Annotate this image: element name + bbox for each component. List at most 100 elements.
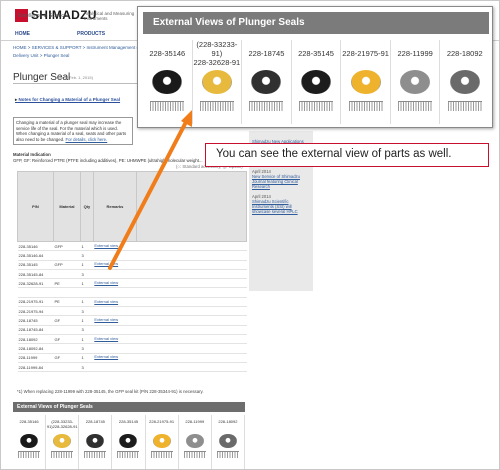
seal-image <box>152 70 183 94</box>
seal-part-number: 228-18092 <box>440 42 489 64</box>
cell-pn: 228-21975-94 <box>17 306 54 317</box>
col-header-material: Material <box>53 171 81 242</box>
part-number: 228-21975-91 <box>342 48 389 58</box>
table-row: 228-32628-91 PE 1 External view <box>17 278 247 289</box>
table-row: 228-11999 GF 1 External view <box>17 353 247 363</box>
cell-material <box>53 343 81 354</box>
seal-card: 228-11999 <box>179 415 212 469</box>
seal-image <box>449 70 480 94</box>
details-link[interactable]: For details, click here. <box>65 137 107 142</box>
cell-remarks[interactable]: External view <box>93 315 137 326</box>
scale-ruler <box>199 101 234 111</box>
scale-ruler <box>299 101 334 111</box>
cell-pn: 228-35145 <box>17 260 54 270</box>
seal-part-number: 228-18745 <box>242 42 291 64</box>
nav-item-products[interactable]: PRODUCTS <box>63 29 125 39</box>
cell-remarks <box>93 325 137 335</box>
cell-remarks[interactable]: External view <box>93 353 137 363</box>
cell-qty: 1 <box>80 334 94 345</box>
external-views-strip: 228-35146 (228-33233-91)228-32628-91 228-1… <box>13 415 245 469</box>
cell-models <box>136 297 247 308</box>
cell-remarks <box>93 269 137 280</box>
cell-pn: 228-18092-84 <box>17 343 54 354</box>
part-number: (228-33233-91) <box>196 39 238 58</box>
cell-models <box>136 334 247 345</box>
cell-pn: 228-21975-91 <box>17 297 54 308</box>
seal-card: 228-21975-91 <box>341 40 391 124</box>
logo-tagline: Excellence in Science <box>18 13 67 19</box>
seal-part-number: 228-35145 <box>292 42 341 64</box>
cell-qty: 1 <box>80 260 94 270</box>
footnote: *1) When replacing 228-11999 with 228-35… <box>17 389 204 394</box>
notes-link[interactable]: Notes for Changing a Material of a Plung… <box>15 97 121 103</box>
cell-material: GF <box>53 353 81 363</box>
part-number: 228-18745 <box>85 419 105 424</box>
seal-part-number: 228-21975-91 <box>341 42 390 64</box>
cell-pn: 228-11999-84 <box>17 362 54 373</box>
cell-models <box>136 353 247 363</box>
cell-models <box>136 269 247 280</box>
cell-qty: 1 <box>80 241 94 252</box>
seal-image <box>152 434 171 449</box>
seal-part-number: (228-33233-91)228-32628-91 <box>193 39 242 67</box>
cell-material <box>53 269 81 280</box>
news-link[interactable]: New Service of Shimadzu Journal featurin… <box>252 174 310 189</box>
breadcrumb-continued[interactable]: Delivery Unit > Plunger Seal <box>13 53 69 58</box>
part-number: 228-18092 <box>446 48 483 58</box>
seal-part-number: 228-35146 <box>143 42 192 64</box>
table-row: 228-21975-94 3 <box>17 306 247 317</box>
cell-pn: 228-18092 <box>17 334 54 345</box>
cell-pn: 228-35146-64 <box>17 250 54 261</box>
cell-models <box>136 325 247 335</box>
cell-remarks[interactable]: External view <box>93 278 137 289</box>
nav-item-home[interactable]: HOME <box>1 29 63 39</box>
part-number: 228-21975-91 <box>149 419 175 424</box>
cell-models <box>136 278 247 289</box>
cell-qty: 3 <box>80 325 94 335</box>
part-number: 228-11999 <box>397 48 433 58</box>
cell-remarks <box>93 362 137 373</box>
cell-remarks <box>93 287 137 298</box>
page-date: (as of Feb. 1, 2015) <box>58 75 93 80</box>
cell-remarks[interactable]: External view <box>93 297 137 308</box>
table-row <box>17 287 247 298</box>
seal-card: 228-35145 <box>112 415 146 469</box>
material-text: GFP, GF: Reinforced PTFE (PTFE including… <box>13 157 203 163</box>
cell-pn: 228-11999 <box>17 353 54 363</box>
cell-material: GFP <box>53 260 81 270</box>
intro-box: Changing a material of a plunger seal ma… <box>13 117 133 145</box>
seal-image <box>350 70 381 94</box>
part-number: 228-35146 <box>19 419 39 424</box>
scale-ruler <box>447 101 482 111</box>
cell-qty: 3 <box>80 269 94 280</box>
cell-qty: 1 <box>80 278 94 289</box>
seal-part-number: 228-18745 <box>79 419 111 432</box>
cell-material: GFP <box>53 241 81 252</box>
cell-pn: 228-18745-84 <box>17 325 54 335</box>
cell-remarks[interactable]: External view <box>93 334 137 345</box>
cell-qty: 1 <box>80 297 94 308</box>
scale-ruler <box>348 101 383 111</box>
part-number: 228-11999 <box>185 419 205 424</box>
seal-part-number: 228-35146 <box>13 419 45 432</box>
table-row: 228-35145 GFP 1 External view <box>17 260 247 270</box>
cell-material <box>53 306 81 317</box>
seal-image <box>400 70 431 94</box>
part-number: 228-18745 <box>248 48 285 58</box>
seal-card: 228-18745 <box>79 415 113 469</box>
seal-image <box>301 70 332 94</box>
cell-remarks[interactable]: External view <box>93 260 137 270</box>
table-row: 228-35146 GFP 1 External view <box>17 241 247 252</box>
scale-ruler <box>183 451 206 459</box>
seal-part-number: 228-21975-91 <box>146 419 178 432</box>
cell-remarks <box>93 306 137 317</box>
material-indication: Material Indication GFP, GF: Reinforced … <box>13 152 203 163</box>
cell-qty <box>80 287 94 298</box>
col-header-qty: Qty <box>79 171 94 242</box>
cell-pn <box>17 287 54 298</box>
cell-qty: 3 <box>80 306 94 317</box>
cell-remarks[interactable]: External view <box>93 241 137 252</box>
news-link[interactable]: Shimadzu Scientific Instruments (SSI) wi… <box>252 199 310 214</box>
seal-image <box>185 434 204 449</box>
seal-card: 228-18092 <box>440 40 489 124</box>
